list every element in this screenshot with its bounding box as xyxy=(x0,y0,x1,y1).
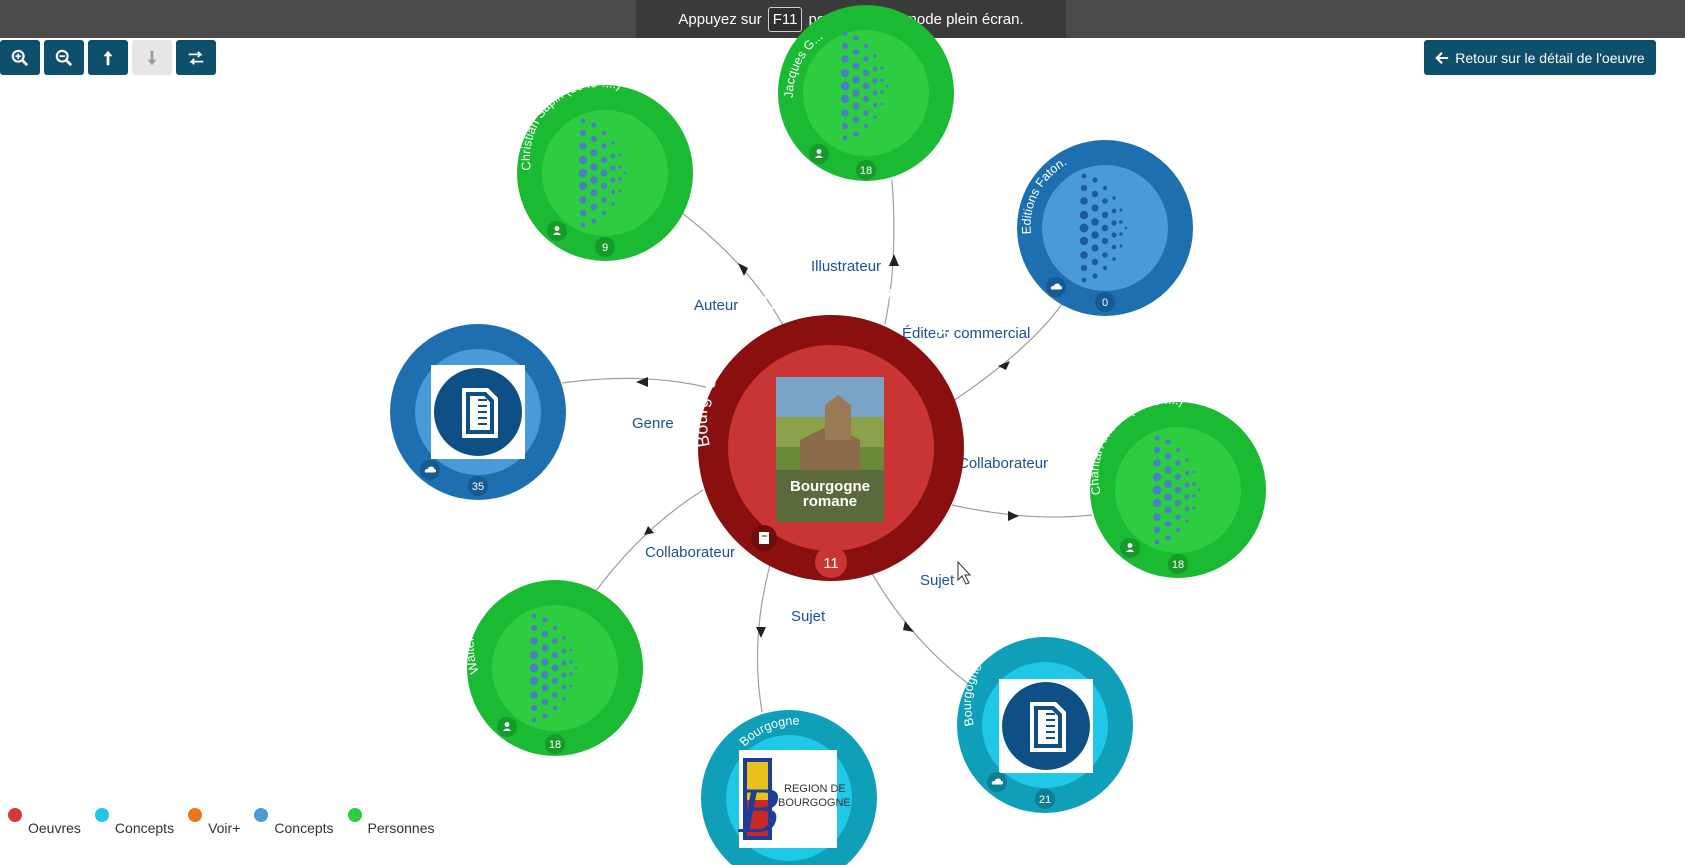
node-bourgogne-documentation[interactable]: Bourgogne - Documentation 21 xyxy=(957,623,1133,813)
relation-label-genre: Genre xyxy=(632,415,674,432)
arrowhead-illustrateur xyxy=(889,254,899,266)
node-bourgogne[interactable]: B REGION DE BOURGOGNE Bourgogne xyxy=(701,710,877,865)
arrowhead-editeur xyxy=(998,361,1010,370)
book-icon xyxy=(759,532,769,544)
node-count: 21 xyxy=(1039,794,1051,806)
relation-label-illustrateur: Illustrateur xyxy=(811,258,881,275)
node-count: 35 xyxy=(472,481,484,493)
legend-dot-voir-plus xyxy=(188,808,203,822)
relation-label-collaborateur-right: Collaborateur xyxy=(958,455,1048,472)
edge-sujet-bottom xyxy=(756,564,771,713)
relation-label-auteur: Auteur xyxy=(694,297,738,314)
relation-graph: Auteur Illustrateur Éditeur commercial C… xyxy=(390,5,1266,865)
node-count: 0 xyxy=(1102,297,1108,309)
node-count: 18 xyxy=(860,165,872,177)
relation-label-sujet-right: Sujet xyxy=(920,572,955,589)
legend-dot-concepts-cyan xyxy=(94,808,109,822)
node-center-work[interactable]: Bourgogne romane Bourgogne romane (Docum… xyxy=(691,272,972,581)
node-count: 18 xyxy=(549,739,561,751)
node-count: 18 xyxy=(1172,559,1184,571)
edge-editeur xyxy=(949,299,1066,404)
relation-label-sujet-bottom: Sujet xyxy=(791,608,826,625)
relation-label-editeur: Éditeur commercial xyxy=(902,325,1030,342)
mouse-cursor xyxy=(957,560,972,585)
legend-item-voir-plus: Voir+ xyxy=(188,808,240,836)
svg-text:romane: romane xyxy=(803,493,857,510)
document-icon xyxy=(1001,681,1091,771)
edge-collaborateur-right xyxy=(951,504,1093,518)
legend: Oeuvres Concepts Voir+ Concepts Personne… xyxy=(8,808,434,836)
node-documentation[interactable]: Documentation 35 xyxy=(390,298,566,500)
node-count: 9 xyxy=(602,242,608,254)
legend-item-concepts-blue: Concepts xyxy=(254,808,334,836)
svg-text:REGION DE: REGION DE xyxy=(784,783,846,795)
legend-item-personnes: Personnes xyxy=(347,808,434,836)
node-walter-berry[interactable]: Walter Berry (1947-....) 18 xyxy=(463,564,643,756)
node-chantal-arnaud[interactable]: Chantal Arnaud (1966-....) 18 xyxy=(1087,393,1266,578)
book-cover: Bourgogne romane xyxy=(776,377,884,522)
arrowhead-collaborateur-right xyxy=(1008,511,1019,521)
arrowhead-sujet-bottom xyxy=(756,627,766,638)
edge-genre xyxy=(561,377,707,388)
legend-dot-personnes xyxy=(347,808,362,822)
relation-label-collaborateur-left: Collaborateur xyxy=(645,544,735,561)
arrowhead-sujet-right xyxy=(903,621,914,632)
arrowhead-collaborateur-left xyxy=(644,526,654,535)
node-christian-sapin[interactable]: Christian Sapin (1949-....) 9 xyxy=(517,76,693,261)
node-jacques-g[interactable]: Jacques G... 18 xyxy=(778,5,954,181)
legend-dot-concepts-blue xyxy=(254,808,269,822)
legend-dot-oeuvres xyxy=(8,808,22,822)
center-count: 11 xyxy=(823,555,839,572)
node-editions-faton[interactable]: Editions Faton. 0 xyxy=(1017,140,1193,316)
document-icon xyxy=(433,367,523,457)
edge-collaborateur-left xyxy=(592,489,704,596)
legend-item-concepts-cyan: Concepts xyxy=(94,808,174,836)
svg-text:BOURGOGNE: BOURGOGNE xyxy=(778,797,851,809)
legend-item-oeuvres: Oeuvres xyxy=(8,808,81,836)
svg-text:B: B xyxy=(738,778,782,846)
